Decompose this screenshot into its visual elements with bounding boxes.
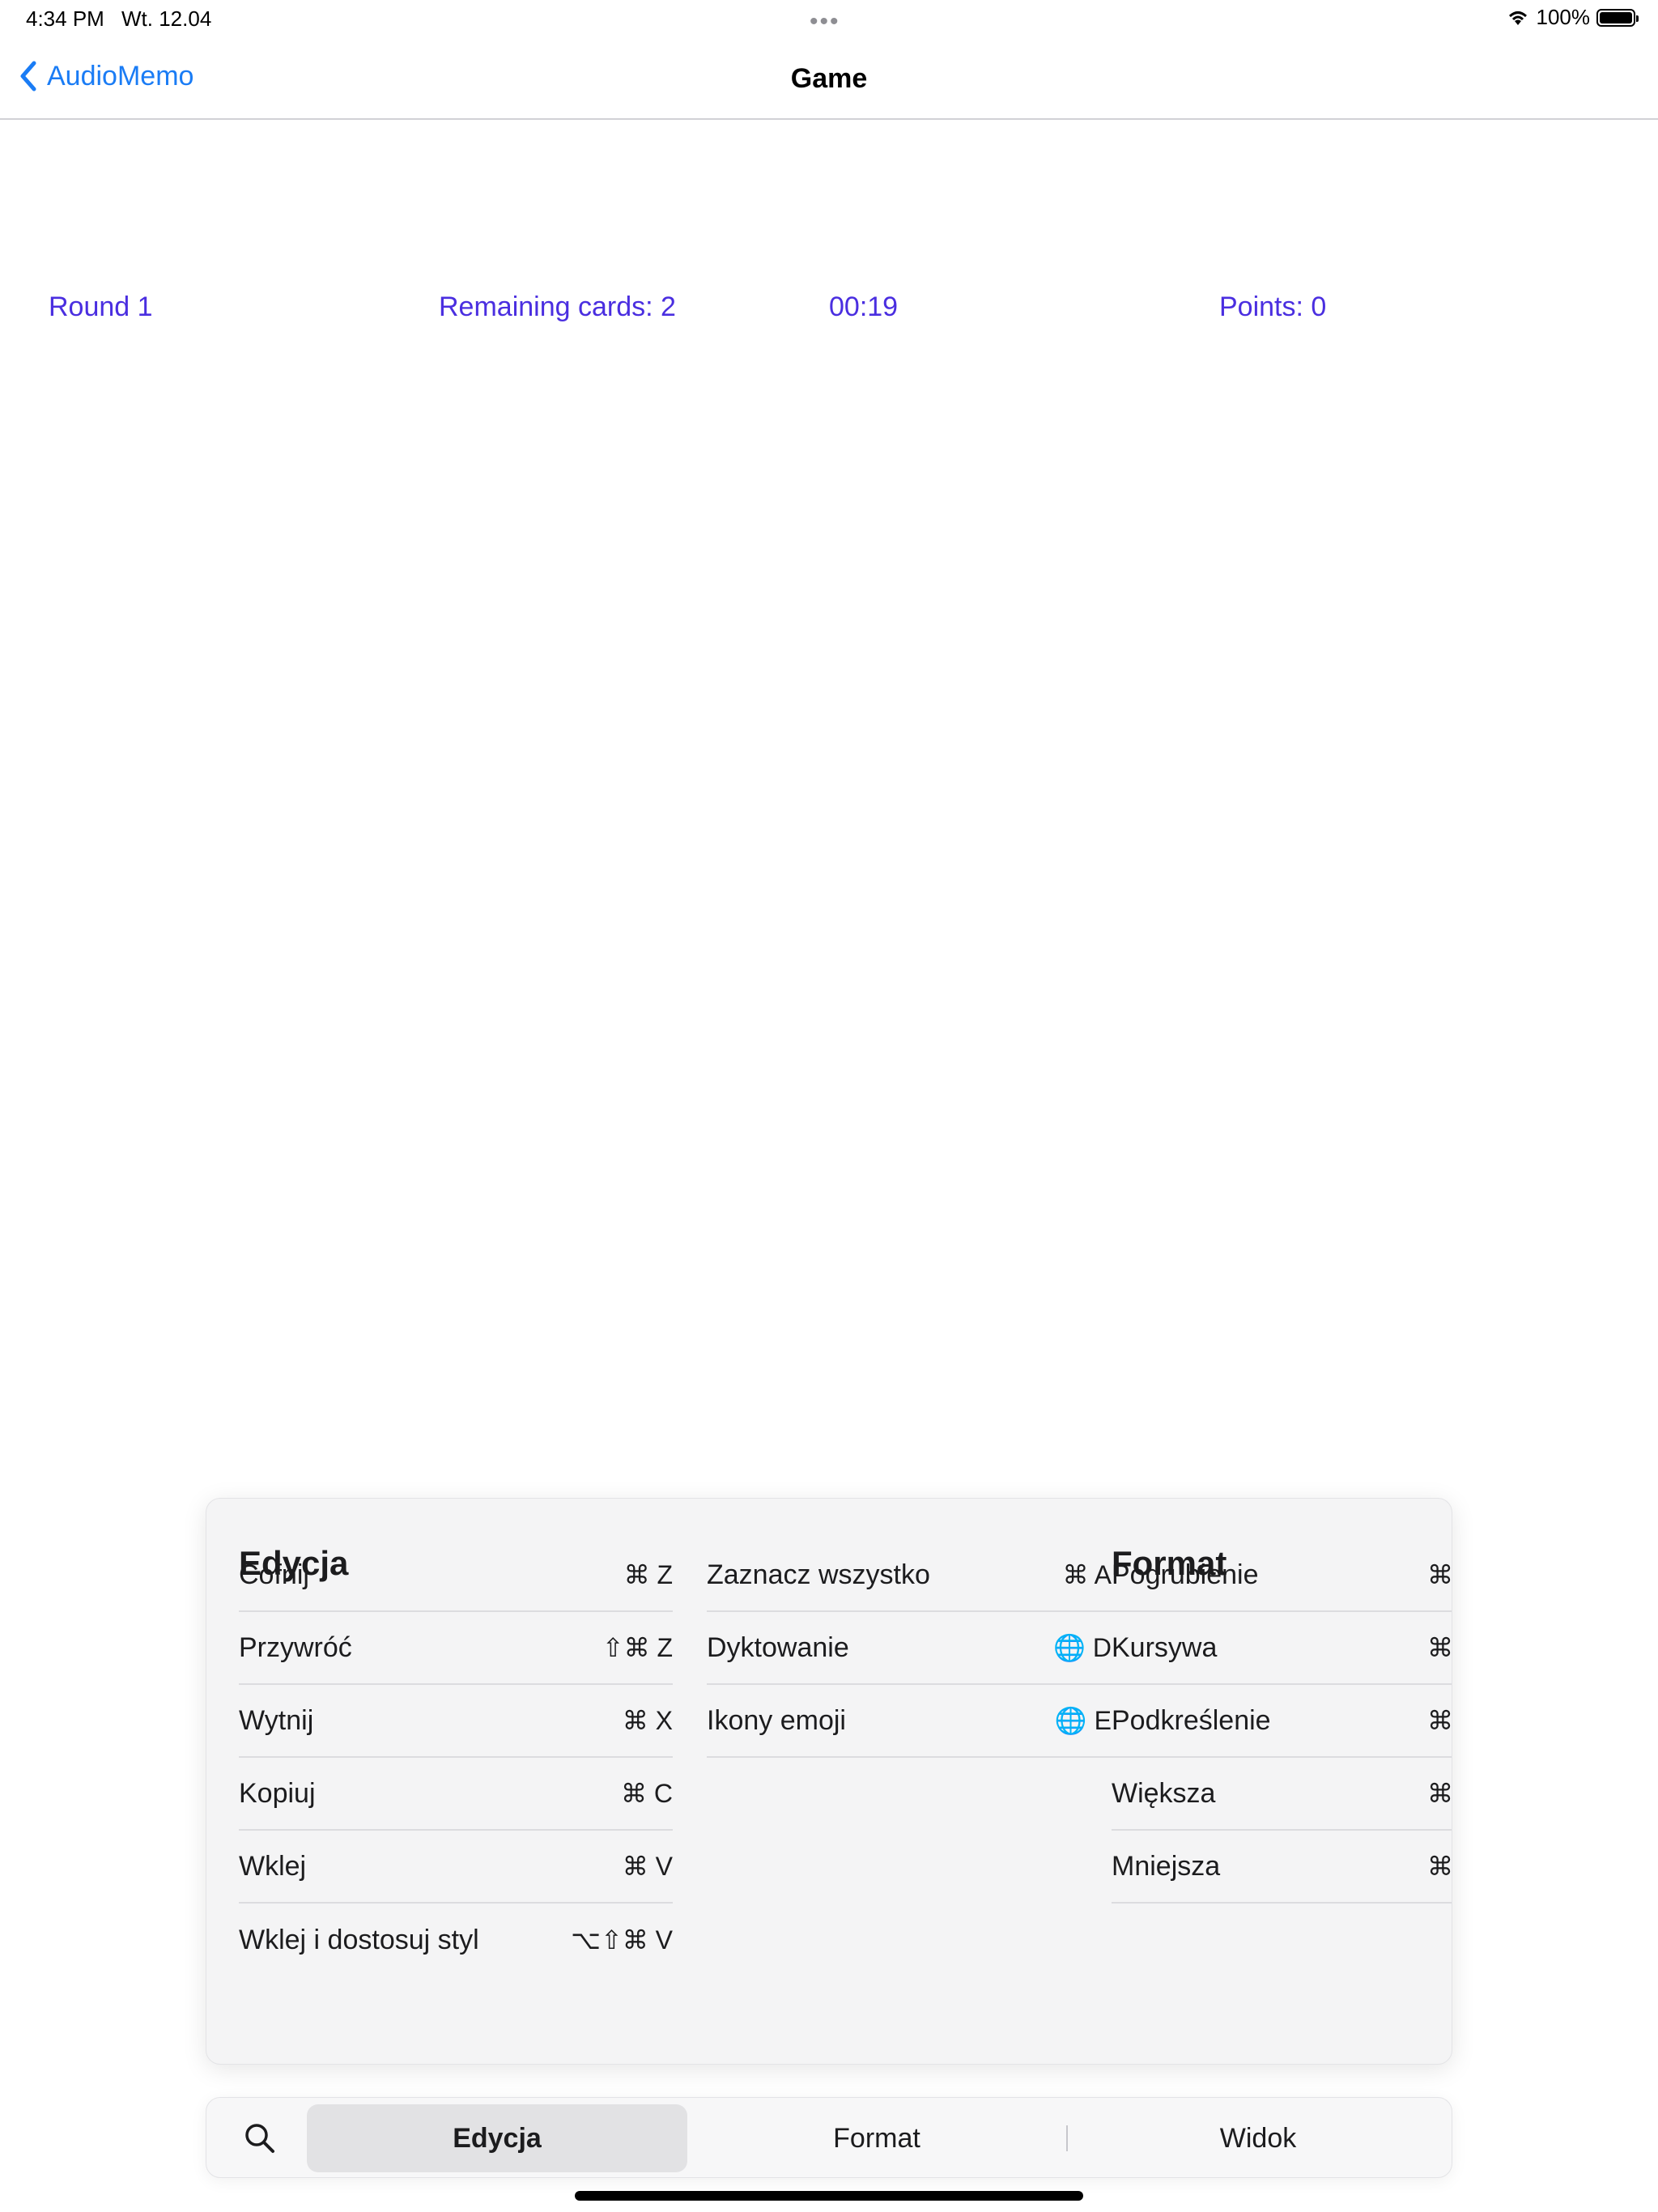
battery-percent: 100% bbox=[1536, 5, 1591, 29]
wifi-icon bbox=[1508, 11, 1527, 25]
page-title: Game bbox=[790, 63, 868, 94]
status-date: Wt. 12.04 bbox=[121, 6, 212, 31]
menu-item-select-all[interactable]: Zaznacz wszystko ⌘ A bbox=[707, 1539, 1112, 1612]
timer-label: 00:19 bbox=[829, 291, 899, 322]
remaining-cards-label: Remaining cards: 2 bbox=[439, 291, 676, 322]
menu-item-dictation[interactable]: Dyktowanie 🌐 D bbox=[707, 1612, 1112, 1685]
search-icon[interactable] bbox=[242, 2121, 278, 2156]
menu-item-emoji[interactable]: Ikony emoji 🌐 E bbox=[707, 1685, 1112, 1758]
tab-format[interactable]: Format bbox=[687, 2104, 1066, 2172]
battery-fill bbox=[1600, 11, 1632, 23]
menu-tab-bar: Edycja Format Widok bbox=[206, 2097, 1452, 2178]
status-time: 4:34 PM bbox=[26, 6, 104, 31]
menu-item-paste-match-style[interactable]: Wklej i dostosuj styl ⌥⇧⌘ V bbox=[239, 1904, 673, 1976]
menu-item-bigger[interactable]: Większa ⌘ bbox=[1112, 1758, 1452, 1831]
multitasking-dots-icon[interactable]: ••• bbox=[810, 8, 840, 36]
points-label: Points: 0 bbox=[1219, 291, 1327, 322]
menu-item-bold[interactable]: Pogrubienie ⌘ bbox=[1112, 1539, 1452, 1612]
tab-edit[interactable]: Edycja bbox=[307, 2104, 687, 2172]
home-indicator[interactable] bbox=[575, 2191, 1083, 2201]
navigation-bar: AudioMemo Game bbox=[0, 39, 1658, 120]
tab-view[interactable]: Widok bbox=[1068, 2104, 1448, 2172]
menu-item-undo[interactable]: Cofnij ⌘ Z bbox=[239, 1539, 673, 1612]
keyboard-shortcuts-panel: Edycja Cofnij ⌘ Z Przywróć ⇧⌘ Z Wytnij ⌘… bbox=[206, 1498, 1452, 2065]
menu-item-underline[interactable]: Podkreślenie ⌘ bbox=[1112, 1685, 1452, 1758]
status-bar: 4:34 PM Wt. 12.04 ••• 100% bbox=[0, 0, 1658, 39]
menu-item-copy[interactable]: Kopiuj ⌘ C bbox=[239, 1758, 673, 1831]
menu-item-italic[interactable]: Kursywa ⌘ bbox=[1112, 1612, 1452, 1685]
round-label: Round 1 bbox=[49, 291, 153, 322]
menu-item-redo[interactable]: Przywróć ⇧⌘ Z bbox=[239, 1612, 673, 1685]
status-indicators: 100% bbox=[1506, 5, 1639, 30]
menu-item-smaller[interactable]: Mniejsza ⌘ bbox=[1112, 1831, 1452, 1904]
battery-icon bbox=[1596, 8, 1639, 27]
menu-item-cut[interactable]: Wytnij ⌘ X bbox=[239, 1685, 673, 1758]
menu-item-paste[interactable]: Wklej ⌘ V bbox=[239, 1831, 673, 1904]
